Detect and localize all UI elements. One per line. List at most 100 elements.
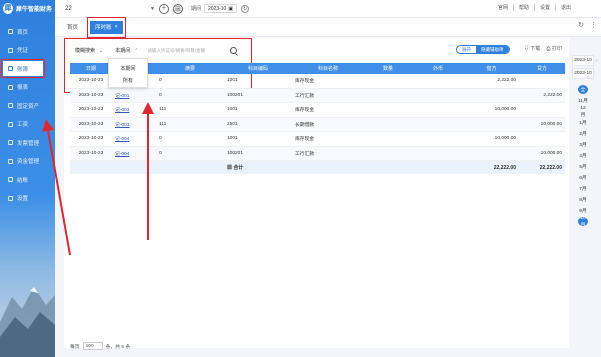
rail-year-start[interactable]: 2023-10	[572, 55, 594, 66]
cell-summary: 111	[159, 121, 167, 127]
period-value: 2023-10	[207, 5, 227, 12]
cell-account-code: 2501	[227, 121, 238, 127]
cell-voucher[interactable]: 记-003	[112, 121, 156, 128]
refresh-icon[interactable]: ↻	[241, 4, 250, 13]
filter-bar: 模糊搜索 ⌄ 本期间 ⌃ 请输入凭证号/摘要/科目/金额	[72, 42, 238, 59]
sidebar-item-voucher[interactable]: 凭证	[0, 43, 55, 58]
search-mode-select[interactable]: 模糊搜索 ⌄	[72, 45, 106, 56]
sidebar-item-label: 发票管理	[17, 140, 40, 147]
month-item[interactable]: 7月	[578, 184, 588, 193]
month-item[interactable]: 11月	[578, 96, 588, 105]
month-item[interactable]: 3月	[578, 140, 588, 149]
table-row[interactable]: 2023-10-23 记-001 0 100201 工行汇款 2,222.00	[70, 88, 565, 103]
per-page-input[interactable]: 100	[82, 342, 103, 350]
calendar-icon: ▣	[228, 5, 234, 12]
invoice-icon	[8, 140, 13, 145]
sidebar-item-payroll[interactable]: 工资	[0, 117, 55, 132]
sidebar: 犀 犀牛智能财务 首页 凭证 账簿 报表 固定资产 工资 发票管理 资金管理 结…	[0, 0, 55, 357]
top-links: 官网 帮助 设置 退出	[498, 4, 571, 11]
sidebar-item-invoices[interactable]: 发票管理	[0, 135, 55, 150]
logo-text: 犀牛智能财务	[15, 6, 52, 13]
link-logout[interactable]: 退出	[561, 4, 571, 11]
cell-voucher[interactable]: 记-003	[112, 106, 156, 113]
month-item[interactable]: 9月	[578, 206, 588, 215]
period-picker[interactable]: 2023-10 ▣	[203, 4, 238, 13]
cell-account-code: 1001	[227, 136, 238, 142]
chevron-right-icon[interactable]: ›	[596, 58, 598, 64]
sidebar-item-closing[interactable]: 结账	[0, 172, 55, 187]
dropdown-option-all[interactable]: 所有	[109, 74, 147, 86]
cell-date: 2023-10-23	[78, 150, 104, 156]
logo: 犀 犀牛智能财务	[0, 0, 55, 16]
grid-icon[interactable]: ⊞	[172, 3, 183, 14]
month-item[interactable]: 4月	[578, 151, 588, 160]
month-item[interactable]: 10月	[578, 216, 588, 228]
link-help[interactable]: 帮助	[519, 4, 529, 11]
cell-voucher[interactable]: 记-004	[112, 150, 156, 157]
search-icon[interactable]	[230, 47, 238, 54]
cell-account-name: 长期借款	[295, 122, 315, 128]
cell-voucher[interactable]: 记-001	[112, 92, 156, 99]
sidebar-item-settings[interactable]: 设置	[0, 191, 55, 206]
sidebar-item-funds[interactable]: 资金管理	[0, 154, 55, 169]
sidebar-item-label: 账簿	[17, 66, 29, 73]
download-button[interactable]: ⇩ 下载	[524, 45, 540, 52]
month-item[interactable]: 2月	[578, 129, 588, 138]
search-input[interactable]: 请输入凭证号/摘要/科目/金额	[147, 45, 227, 56]
report-icon	[8, 84, 13, 90]
month-item[interactable]: 6月	[578, 173, 588, 182]
cell-summary: 0	[159, 150, 162, 156]
sidebar-item-ledger[interactable]: 账簿	[1, 59, 45, 78]
cell-account-name: 库存现金	[295, 137, 315, 143]
tab-home[interactable]: 首页	[67, 23, 78, 31]
cell-date: 2023-10-23	[78, 107, 104, 113]
month-item[interactable]: 1月	[578, 118, 588, 127]
cell-summary: 0	[159, 136, 162, 142]
refresh-icon[interactable]: ↻	[578, 21, 584, 29]
period-label: 期间	[190, 6, 201, 12]
per-page-label: 每页	[70, 344, 80, 350]
cell-voucher[interactable]: 记-004	[112, 135, 156, 142]
col-quantity[interactable]: 数量	[364, 65, 412, 72]
link-website[interactable]: 官网	[498, 4, 508, 11]
month-item[interactable]: 5月	[578, 162, 588, 171]
sidebar-item-fixed-assets[interactable]: 固定资产	[0, 98, 55, 113]
period-scope-select[interactable]: 本期间 ⌃	[112, 45, 141, 56]
chevron-down-icon[interactable]: ▼	[150, 6, 155, 12]
cell-debit: 10,000.00	[494, 107, 516, 113]
col-foreign[interactable]: 外币	[412, 65, 464, 72]
print-button[interactable]: ⎙ 打印	[546, 45, 561, 52]
month-item[interactable]: 12月	[578, 106, 588, 118]
account-selector[interactable]: 22	[65, 6, 150, 12]
close-icon[interactable]: ×	[115, 24, 118, 30]
col-account-code[interactable]: 科目编码	[224, 65, 292, 72]
more-icon[interactable]: ⋮	[590, 21, 597, 29]
rail-year-end[interactable]: 2023-10	[572, 68, 594, 79]
table-row[interactable]: 2023-10-23 记-004 0 1001 库存现金 10,000.00	[70, 132, 565, 147]
divider	[533, 4, 535, 11]
sidebar-item-home[interactable]: 首页	[0, 24, 55, 39]
pagination: 每页 100 条，共 6 条	[70, 342, 130, 350]
table-row[interactable]: 2023-10-23 记-003 111 1001 库存现金 10,000.00	[70, 103, 565, 118]
sidebar-item-reports[interactable]: 报表	[0, 80, 55, 95]
dropdown-option-current[interactable]: 本期间	[109, 62, 147, 74]
toggle-expand[interactable]: 展开	[457, 46, 476, 53]
col-debit[interactable]: 借方	[464, 65, 519, 72]
chevron-up-icon: ⌃	[134, 47, 139, 54]
table-row[interactable]: 2023-10-23 记-004 0 100201 工行汇款 10,000.00	[70, 146, 565, 161]
col-credit[interactable]: 贷方	[519, 65, 565, 72]
col-date[interactable]: 日期	[70, 65, 112, 72]
col-summary[interactable]: 摘要	[156, 65, 224, 72]
add-icon[interactable]: +	[158, 3, 169, 14]
month-all[interactable]: 全	[578, 85, 588, 94]
table-row[interactable]: 2023-10-23 记-003 111 2501 长期借款 10,000.00	[70, 117, 565, 132]
toggle-hide-aux[interactable]: 隐藏辅助项	[476, 46, 509, 53]
cell-account-code: 1001	[227, 78, 238, 84]
tab-journal[interactable]: 序时账 ×	[87, 16, 126, 38]
cell-account-name: 工行汇款	[295, 151, 315, 157]
col-account-name[interactable]: 科目名称	[292, 65, 364, 72]
aux-toggle[interactable]: 展开 隐藏辅助项	[456, 45, 510, 54]
link-settings[interactable]: 设置	[540, 4, 550, 11]
month-item[interactable]: 8月	[578, 195, 588, 204]
cell-account-name: 工行汇款	[295, 93, 315, 99]
